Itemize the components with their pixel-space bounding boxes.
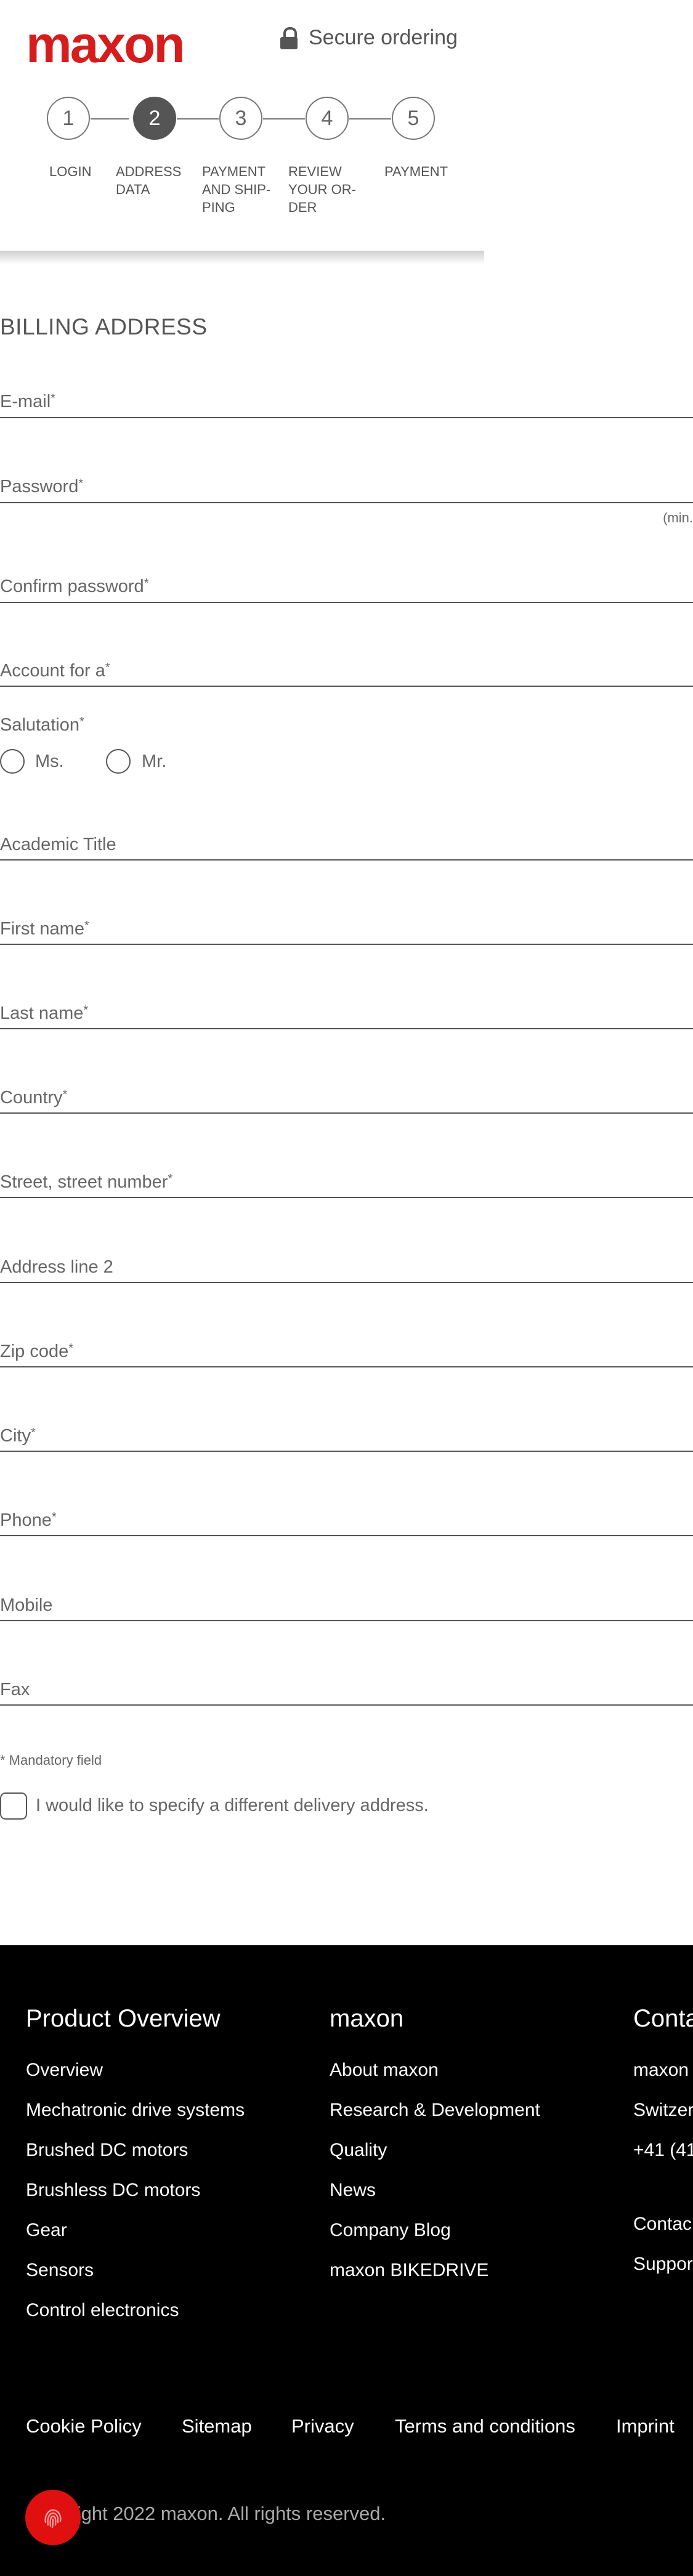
address-line-2-label: Address line 2 (0, 1257, 113, 1277)
footer-sitemap[interactable]: Sitemap (182, 2415, 252, 2437)
step-2-label: ADDRESS DATA (116, 164, 182, 197)
step-connector (91, 118, 129, 119)
city-label: City* (0, 1426, 36, 1446)
account-for-label: Account for a* (0, 661, 110, 681)
salutation-label: Salutation* (0, 715, 84, 735)
street-label: Street, street number* (0, 1172, 173, 1192)
lock-icon (280, 26, 298, 49)
step-1-label: LOGIN (49, 164, 92, 179)
salutation-ms-radio[interactable] (0, 749, 25, 774)
billing-address-title: BILLING ADDRESS (0, 314, 208, 339)
step-2-circle: 2 (133, 97, 176, 140)
cookie-settings-button[interactable] (25, 2490, 81, 2545)
maxon-logo[interactable]: maxon (26, 18, 185, 70)
step-connector (349, 118, 391, 119)
footer-link-research[interactable]: Research & Development (330, 2100, 540, 2121)
footer-link-quality[interactable]: Quality (330, 2140, 387, 2161)
country-field[interactable] (0, 1112, 693, 1114)
footer-contact-line: maxon (633, 2060, 689, 2080)
academic-title-field[interactable] (0, 859, 693, 861)
first-name-label: First name* (0, 919, 89, 939)
fax-label: Fax (0, 1680, 30, 1699)
address-line-2-field[interactable] (0, 1282, 693, 1283)
city-field[interactable] (0, 1451, 693, 1452)
footer-contact-line: +41 (41 (633, 2140, 693, 2160)
secure-ordering-label: Secure ordering (309, 26, 458, 49)
delivery-address-checkbox[interactable] (0, 1792, 27, 1820)
salutation-mr-label[interactable]: Mr. (142, 751, 166, 772)
step-3-label: PAYMENT AND SHIP-PING (202, 164, 271, 215)
footer-link-company-blog[interactable]: Company Blog (330, 2220, 451, 2241)
step-4-label: REVIEW YOUR OR-DER (288, 164, 356, 215)
account-for-field[interactable] (0, 686, 693, 687)
last-name-label: Last name* (0, 1003, 89, 1023)
zip-code-field[interactable] (0, 1366, 693, 1367)
footer-link-gear[interactable]: Gear (26, 2220, 67, 2241)
footer-link-bikedrive[interactable]: maxon BIKEDRIVE (330, 2260, 488, 2281)
step-5-label: PAYMENT (384, 164, 448, 179)
step-1-circle[interactable]: 1 (47, 97, 90, 140)
first-name-field[interactable] (0, 944, 693, 945)
footer-contact-line: Switzer (633, 2100, 693, 2120)
step-4-circle: 4 (306, 97, 349, 140)
footer-support-link[interactable]: Suppor (633, 2254, 693, 2275)
footer-link-overview[interactable]: Overview (26, 2060, 103, 2081)
footer-heading-contact: Conta (633, 2005, 693, 2032)
footer-link-brushless[interactable]: Brushless DC motors (26, 2180, 200, 2201)
mobile-label: Mobile (0, 1595, 53, 1615)
confirm-password-field[interactable] (0, 602, 693, 603)
email-field[interactable] (0, 417, 693, 418)
step-5-circle: 5 (392, 97, 435, 140)
mobile-field[interactable] (0, 1620, 693, 1621)
country-label: Country* (0, 1088, 68, 1108)
footer-imprint[interactable]: Imprint (616, 2415, 675, 2437)
fingerprint-icon (44, 2509, 62, 2529)
step-connector (263, 118, 305, 119)
phone-label: Phone* (0, 1510, 57, 1530)
mandatory-note: * Mandatory field (0, 1752, 102, 1768)
step-3-circle: 3 (219, 97, 262, 140)
fax-field[interactable] (0, 1704, 693, 1706)
footer-link-news[interactable]: News (330, 2180, 376, 2201)
last-name-field[interactable] (0, 1028, 693, 1029)
footer-cookie-policy[interactable]: Cookie Policy (26, 2415, 142, 2437)
footer-heading-product-overview: Product Overview (26, 2005, 221, 2032)
footer-link-brushed[interactable]: Brushed DC motors (26, 2140, 188, 2161)
phone-field[interactable] (0, 1535, 693, 1536)
header-shadow (0, 251, 484, 264)
confirm-password-label: Confirm password* (0, 577, 149, 596)
footer-terms[interactable]: Terms and conditions (395, 2415, 575, 2437)
footer-contact-link[interactable]: Contac (633, 2214, 693, 2235)
password-label: Password* (0, 477, 84, 496)
salutation-ms-label[interactable]: Ms. (35, 751, 64, 772)
zip-code-label: Zip code* (0, 1342, 74, 1361)
street-field[interactable] (0, 1197, 693, 1198)
password-field[interactable] (0, 502, 693, 503)
secure-ordering: Secure ordering (280, 26, 458, 50)
password-hint: (min. (663, 510, 693, 525)
footer-privacy[interactable]: Privacy (291, 2415, 354, 2437)
salutation-mr-radio[interactable] (106, 749, 131, 774)
academic-title-label: Academic Title (0, 835, 116, 854)
footer-link-about[interactable]: About maxon (330, 2060, 439, 2081)
footer-heading-maxon: maxon (330, 2005, 404, 2032)
footer-link-control-electronics[interactable]: Control electronics (26, 2300, 179, 2321)
email-label: E-mail* (0, 392, 55, 411)
step-connector (177, 118, 219, 119)
footer-link-sensors[interactable]: Sensors (26, 2260, 94, 2281)
delivery-address-label[interactable]: I would like to specify a different deli… (36, 1796, 429, 1816)
footer-link-mechatronic[interactable]: Mechatronic drive systems (26, 2100, 245, 2121)
